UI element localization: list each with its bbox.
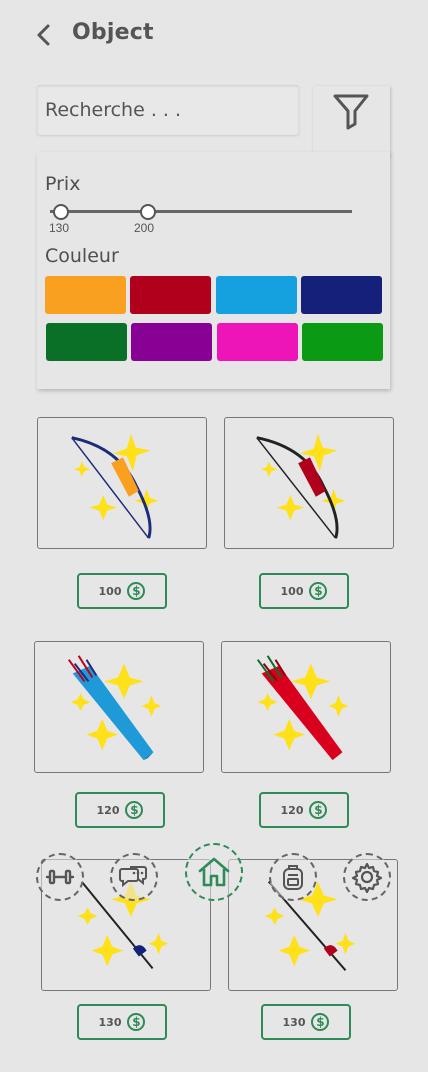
nav-chat-button[interactable]: [110, 853, 158, 901]
dollar-coin-icon: $: [309, 801, 328, 819]
price-slider-track[interactable]: [50, 210, 352, 213]
product-card-red-quiver[interactable]: [221, 641, 391, 773]
product-card-orange-bow[interactable]: [37, 417, 207, 549]
dollar-coin-icon: $: [127, 1013, 146, 1031]
search-input[interactable]: Recherche . . .: [37, 85, 299, 135]
price-value: 100: [280, 584, 304, 598]
price-value: 120: [96, 803, 120, 817]
color-swatch-pink[interactable]: [217, 323, 298, 361]
gear-icon: [351, 862, 383, 893]
price-slider-min-handle[interactable]: [53, 204, 69, 220]
price-slider-max-handle[interactable]: [140, 204, 156, 220]
color-swatch-purple[interactable]: [131, 323, 212, 361]
dollar-coin-icon: $: [127, 582, 146, 600]
dumbbell-icon: [45, 869, 75, 885]
filter-button[interactable]: [313, 86, 390, 156]
price-button[interactable]: 100 $: [259, 573, 349, 609]
price-min-value: 130: [49, 221, 70, 235]
dollar-coin-icon: $: [125, 801, 144, 819]
color-swatch-green[interactable]: [302, 323, 383, 361]
page-title: Object: [72, 20, 154, 45]
chat-icon: [119, 866, 147, 888]
nav-training-button[interactable]: [36, 853, 84, 901]
price-max-value: 200: [134, 221, 155, 235]
color-swatch-red[interactable]: [130, 276, 211, 314]
price-button[interactable]: 120 $: [75, 792, 165, 828]
backpack-icon: [283, 865, 303, 890]
color-swatch-dark-green[interactable]: [46, 323, 127, 361]
price-value: 130: [98, 1015, 122, 1029]
filter-icon: [333, 94, 369, 130]
dollar-coin-icon: $: [309, 582, 328, 600]
dollar-coin-icon: $: [311, 1013, 330, 1031]
chevron-left-icon: [37, 24, 50, 46]
price-label: Prix: [45, 173, 81, 195]
color-label: Couleur: [45, 245, 119, 267]
color-swatch-orange[interactable]: [45, 276, 126, 314]
price-button[interactable]: 130 $: [77, 1004, 167, 1040]
orange-bow-image: [71, 433, 159, 539]
product-card-blue-quiver[interactable]: [34, 641, 204, 773]
price-value: 100: [98, 584, 122, 598]
nav-settings-button[interactable]: [343, 853, 391, 901]
price-button[interactable]: 100 $: [77, 573, 167, 609]
color-swatch-navy[interactable]: [301, 276, 382, 314]
nav-home-button[interactable]: [185, 843, 243, 901]
price-value: 130: [282, 1015, 306, 1029]
red-quiver-image: [256, 655, 349, 761]
home-icon: [198, 857, 230, 887]
red-bow-image: [256, 433, 346, 539]
price-value: 120: [280, 803, 304, 817]
product-card-red-bow[interactable]: [224, 417, 394, 549]
blue-quiver-image: [67, 655, 162, 761]
price-button[interactable]: 120 $: [259, 792, 349, 828]
back-button[interactable]: [30, 20, 60, 50]
price-button[interactable]: 130 $: [261, 1004, 351, 1040]
color-swatch-blue[interactable]: [216, 276, 297, 314]
nav-inventory-button[interactable]: [269, 853, 317, 901]
